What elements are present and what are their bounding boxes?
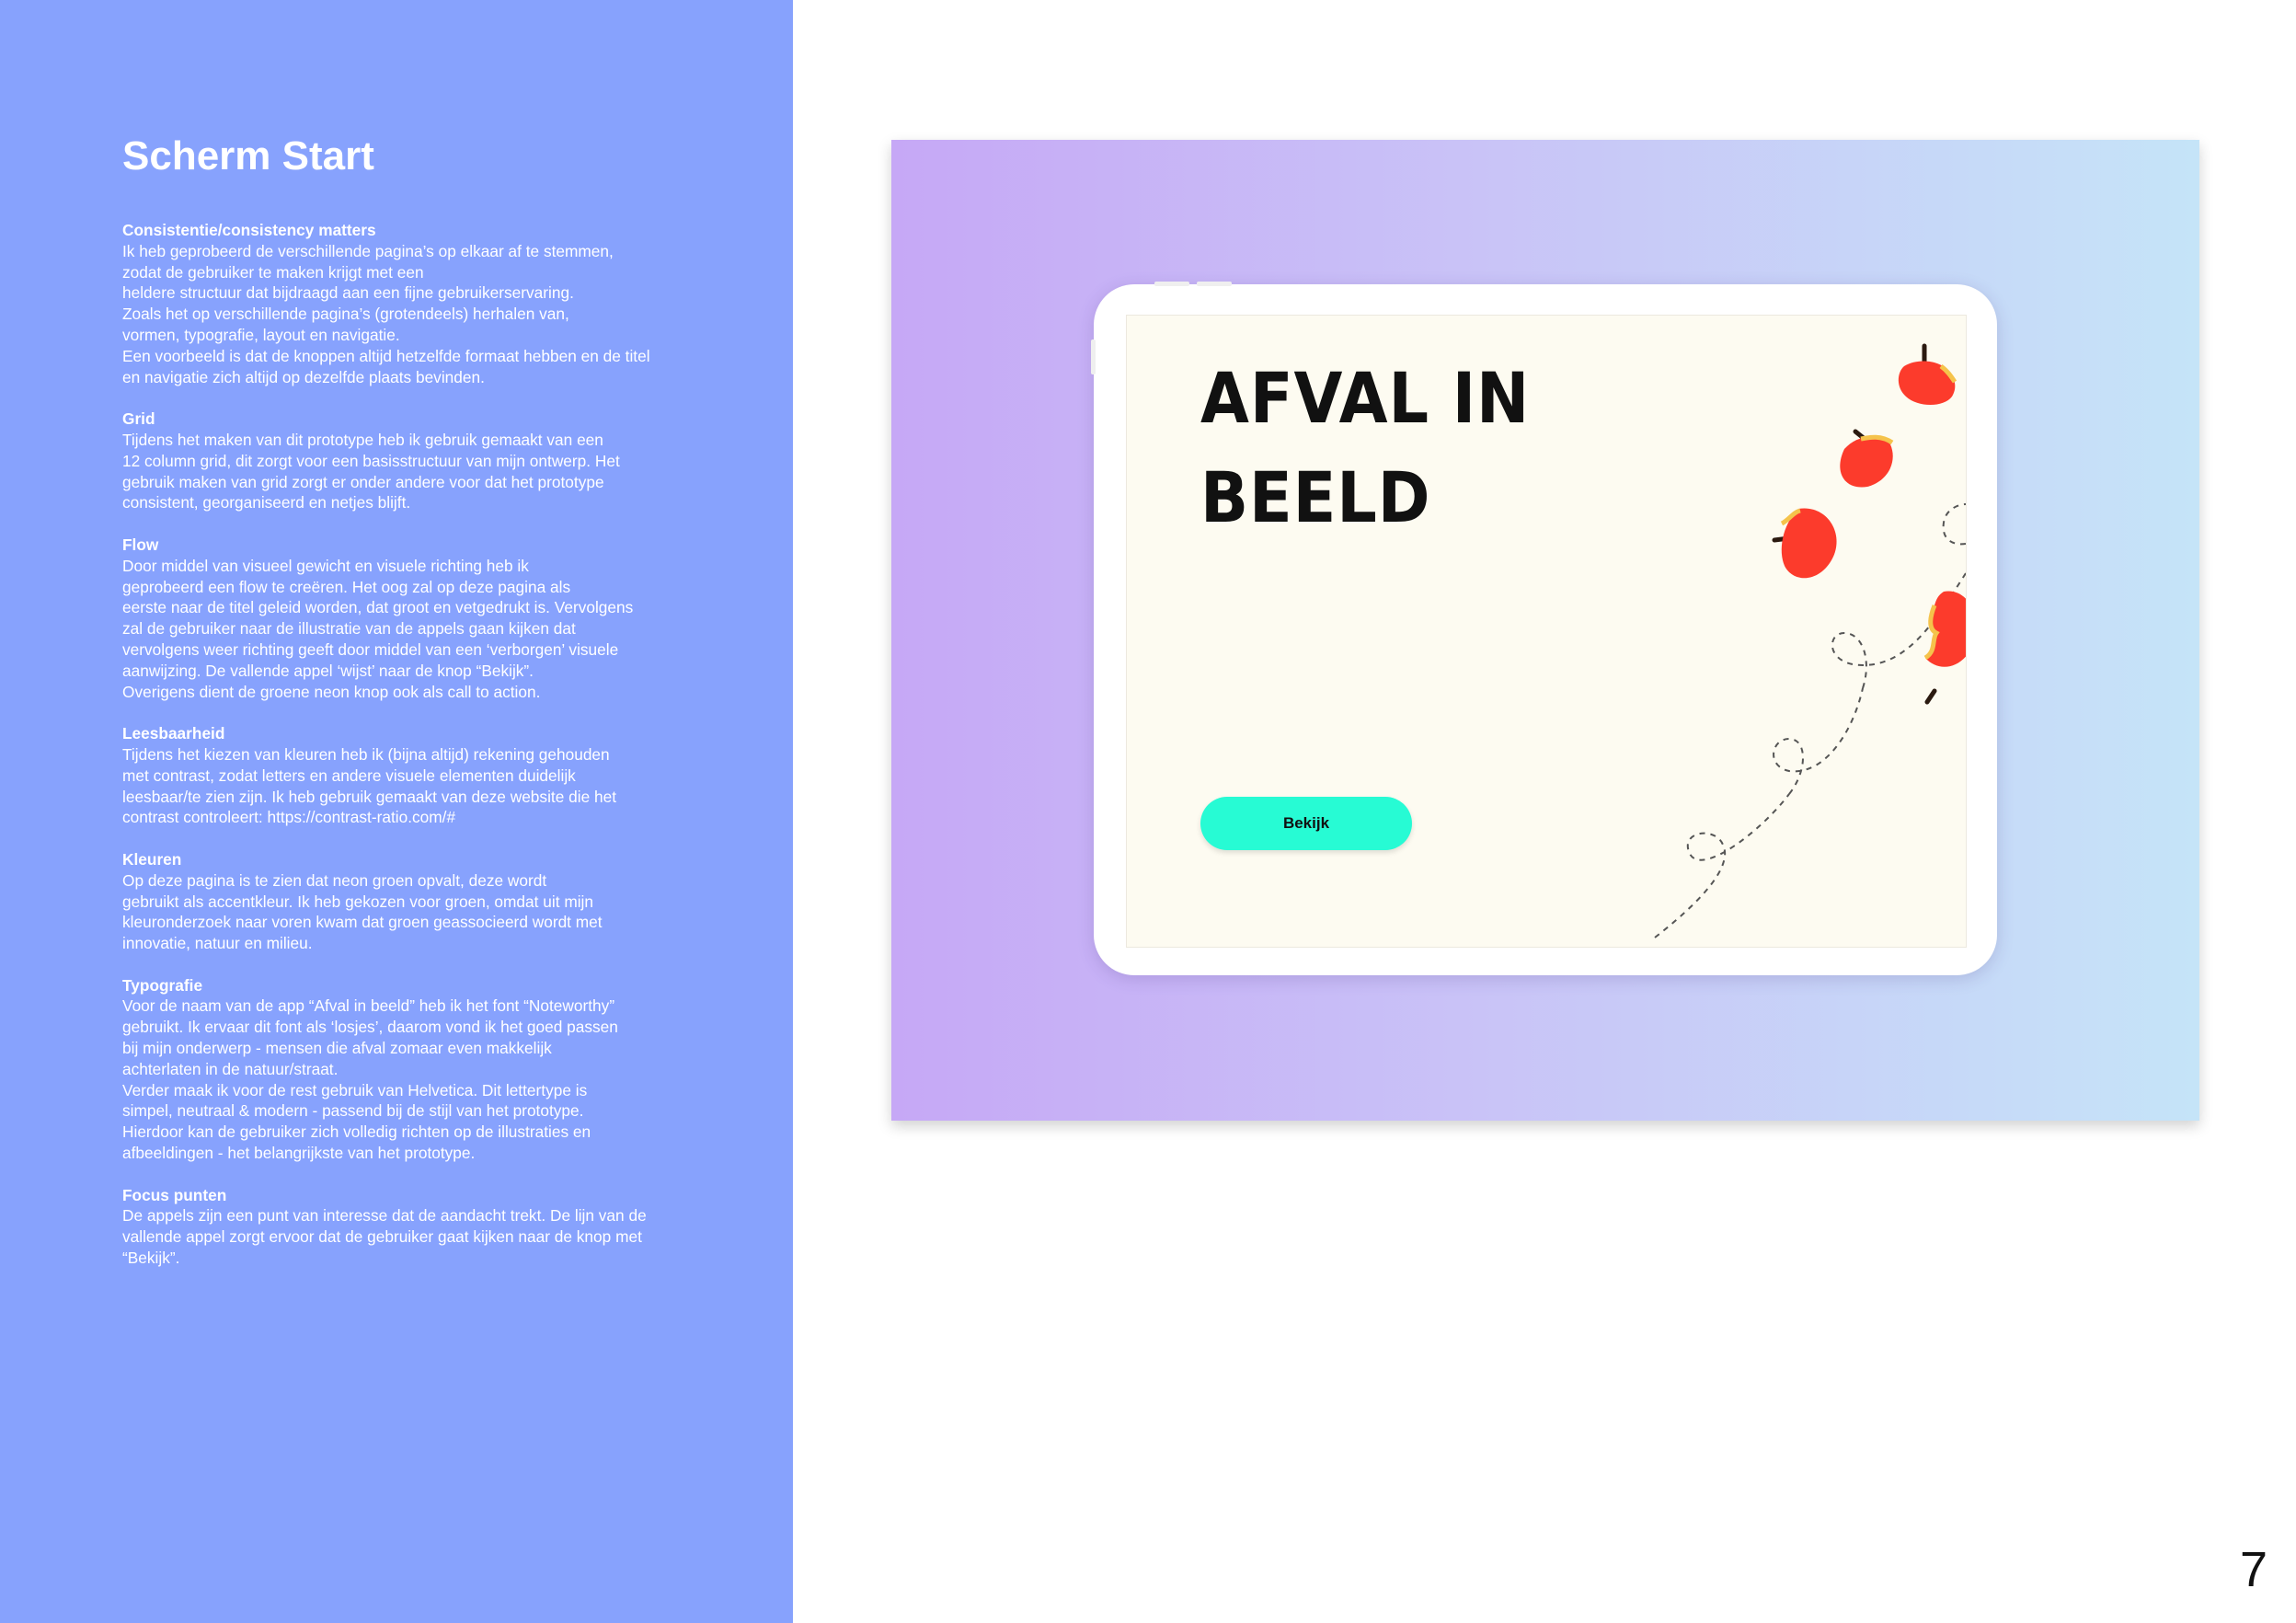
mockup-frame: AFVAL IN BEELD Bekijk (891, 140, 2199, 1121)
apple-icon (1772, 508, 1837, 579)
section: Flow Door middel van visueel gewicht en v… (122, 535, 720, 702)
section-body-line: 12 column grid, dit zorgt voor een basis… (122, 451, 620, 470)
section-body-line: leesbaar/te zien zijn. Ik heb gebruik ge… (122, 787, 617, 806)
section-body-line: vervolgens weer richting geeft door midd… (122, 639, 619, 659)
section-body-line: kleuronderzoek naar voren kwam dat groen… (122, 913, 603, 932)
section-body-line: Verder maak ik voor de rest gebruik van … (122, 1080, 588, 1099)
section: Consistentie/consistency matters Ik heb g… (122, 220, 720, 387)
bekijk-button[interactable]: Bekijk (1200, 797, 1412, 850)
section-body-line: eerste naar de titel geleid worden, dat … (122, 598, 634, 617)
app-screen: AFVAL IN BEELD Bekijk (1126, 315, 1967, 948)
section-body-line: De appels zijn een punt van interesse da… (122, 1206, 647, 1226)
tablet-volume-button (1197, 282, 1232, 286)
section: Typografie Voor de naam van de app “Afval… (122, 975, 720, 1164)
page-number: 7 (2240, 1542, 2268, 1597)
section-heading: Consistentie/consistency matters (122, 221, 376, 239)
section-body-line: Tijdens het maken van dit prototype heb … (122, 430, 603, 449)
left-panel: Scherm Start Consistentie/consistency ma… (0, 0, 793, 1623)
section-body-line: simpel, neutraal & modern - passend bij … (122, 1101, 584, 1121)
section-body-line: Hierdoor kan de gebruiker zich volledig … (122, 1122, 591, 1142)
apple-icon (1923, 591, 1966, 705)
section-body-line: met contrast, zodat letters en andere vi… (122, 765, 576, 785)
section-body-line: Op deze pagina is te zien dat neon groen… (122, 870, 547, 890)
section-body-line: gebruikt als accentkleur. Ik heb gekozen… (122, 892, 593, 911)
section-body-line: consistent, georganiseerd en netjes blij… (122, 493, 411, 512)
section: Grid Tijdens het maken van dit prototype … (122, 409, 720, 513)
section-body-line: geprobeerd een flow te creëren. Het oog … (122, 577, 571, 596)
section-heading: Grid (122, 409, 155, 429)
section-heading: Leesbaarheid (122, 724, 225, 743)
apple-icon (1840, 429, 1894, 488)
section-body-line: vormen, typografie, layout en navigatie. (122, 325, 400, 344)
section-body-line: contrast controleert: https://contrast-r… (122, 808, 456, 827)
section: Focus punten De appels zijn een punt van … (122, 1185, 720, 1269)
section-body-line: innovatie, natuur en milieu. (122, 934, 313, 953)
section-body-line: vallende appel zorgt ervoor dat de gebru… (122, 1227, 642, 1247)
tablet-device: AFVAL IN BEELD Bekijk (1091, 282, 1997, 975)
section-body-line: achterlaten in de natuur/straat. (122, 1059, 339, 1078)
section-body-line: Tijdens het kiezen van kleuren heb ik (b… (122, 744, 610, 764)
section-heading: Focus punten (122, 1185, 227, 1204)
section-body-line: Voor de naam van de app “Afval in beeld”… (122, 996, 615, 1016)
section-body-line: Ik heb geprobeerd de verschillende pagin… (122, 241, 614, 260)
page-title: Scherm Start (122, 133, 374, 178)
section-body-line: gebruikt. Ik ervaar dit font als ‘losjes… (122, 1018, 618, 1037)
section-body-line: bij mijn onderwerp - mensen die afval zo… (122, 1039, 552, 1058)
section-body-line: aanwijzing. De vallende appel ‘wijst’ na… (122, 661, 534, 680)
tablet-power-button (1091, 340, 1096, 374)
section-body-line: Zoals het op verschillende pagina’s (gro… (122, 305, 569, 324)
section-body-line: Door middel van visueel gewicht en visue… (122, 556, 529, 575)
section-body-line: zodat de gebruiker te maken krijgt met e… (122, 262, 424, 282)
section-body-line: zal de gebruiker naar de illustratie van… (122, 619, 576, 639)
section-body-line: “Bekijk”. (122, 1249, 180, 1268)
section-body-line: Overigens dient de groene neon knop ook … (122, 682, 541, 701)
section-body-line: heldere structuur dat bijdraagd aan een … (122, 283, 574, 303)
section-body-line: gebruik maken van grid zorgt er onder an… (122, 472, 604, 491)
description-sections: Consistentie/consistency matters Ik heb g… (122, 220, 720, 1290)
falling-apples-illustration (1654, 343, 1966, 938)
section-heading: Kleuren (122, 849, 182, 869)
section: Leesbaarheid Tijdens het kiezen van kleur… (122, 723, 720, 828)
section-body-line: afbeeldingen - het belangrijkste van het… (122, 1144, 476, 1163)
section-heading: Typografie (122, 975, 203, 995)
section-body-line: en navigatie zich altijd op dezelfde pla… (122, 367, 485, 386)
tablet-volume-button (1154, 282, 1189, 286)
apple-icon (1898, 343, 1957, 405)
section-heading: Flow (122, 535, 159, 554)
section-body-line: Een voorbeeld is dat de knoppen altijd h… (122, 346, 650, 365)
section: Kleuren Op deze pagina is te zien dat neo… (122, 849, 720, 954)
